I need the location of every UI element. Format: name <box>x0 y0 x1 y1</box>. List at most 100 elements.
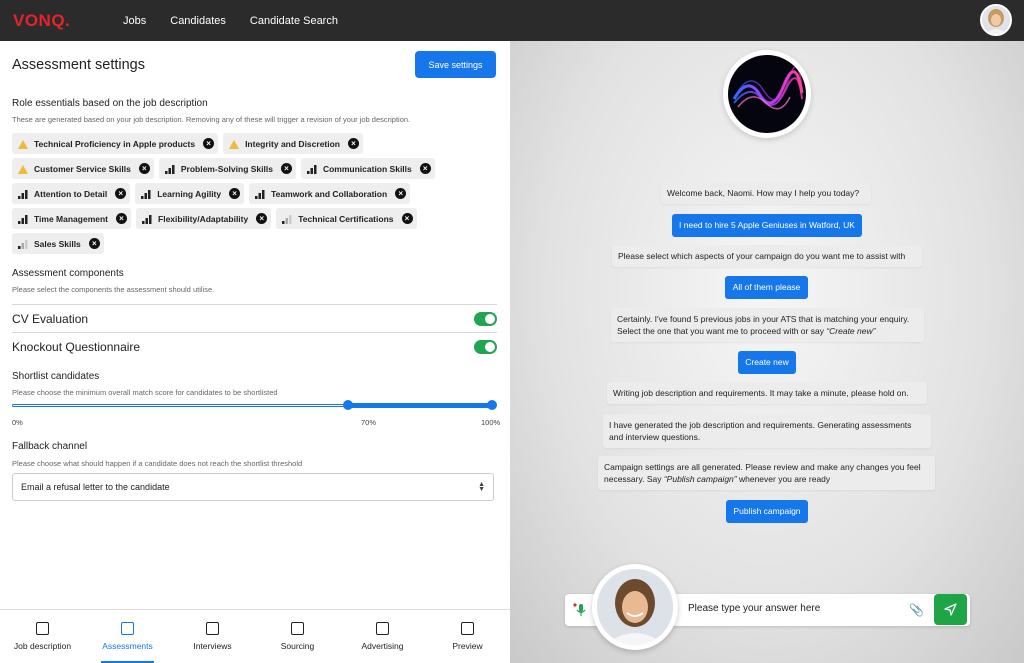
remove-chip-icon[interactable]: × <box>256 213 268 224</box>
recruiter-avatar <box>592 564 678 650</box>
fallback-subtitle: Please choose what should happen if a ca… <box>12 459 303 468</box>
skill-chip-label: Flexibility/Adaptability <box>158 213 249 224</box>
knockout-questionnaire-label: Knockout Questionnaire <box>12 339 141 354</box>
remove-chip-icon[interactable]: × <box>116 213 128 224</box>
skill-chip: Technical Certifications × <box>276 208 417 229</box>
user-message: All of them please <box>725 276 808 299</box>
user-message: Publish campaign <box>726 500 808 523</box>
components-title: Assessment components <box>12 268 124 279</box>
tab-label: Job description <box>13 641 72 651</box>
skill-chip-label: Sales Skills <box>34 238 81 249</box>
level-high-icon <box>18 189 29 199</box>
skill-chip: Integrity and Discretion × <box>223 133 363 154</box>
nav-jobs[interactable]: Jobs <box>123 15 146 27</box>
skill-chip: Teamwork and Collaboration × <box>249 183 411 204</box>
slider-tick-low: 70% <box>361 418 377 427</box>
tab-preview[interactable]: Preview <box>425 610 510 663</box>
skill-chip-label: Customer Service Skills <box>34 163 131 174</box>
remove-chip-icon[interactable]: × <box>395 188 407 199</box>
tab-label: Preview <box>452 641 483 651</box>
attachment-icon[interactable]: 📎 <box>909 603 924 617</box>
skill-chip: Attention to Detail × <box>12 183 131 204</box>
assistant-message-text: I have generated the job description and… <box>609 420 912 430</box>
assessment-settings-panel: Assessment settings Save settings Role e… <box>0 41 510 663</box>
tab-job-description[interactable]: Job description <box>0 610 85 663</box>
level-high-icon <box>142 214 153 224</box>
level-high-icon <box>255 189 266 199</box>
cv-evaluation-row: CV Evaluation <box>12 304 497 332</box>
ai-orb-avatar <box>723 50 811 138</box>
chart-icon <box>121 622 134 635</box>
tab-assessments[interactable]: Assessments <box>85 610 170 663</box>
warning-icon <box>229 139 240 149</box>
cv-evaluation-label: CV Evaluation <box>12 311 89 326</box>
slider-handle-min[interactable] <box>343 400 353 410</box>
level-high-icon <box>164 164 176 174</box>
nav-candidate-search[interactable]: Candidate Search <box>250 15 338 27</box>
shortlist-score-slider[interactable] <box>12 399 497 413</box>
assistant-chat-panel: Welcome back, Naomi. How may I help you … <box>510 41 1024 663</box>
select-arrows-icon: ▲ ▼ <box>478 481 485 493</box>
assistant-message-quote: “Publish campaign” <box>663 474 737 484</box>
skill-chip: Time Management × <box>12 208 132 229</box>
remove-chip-icon[interactable]: × <box>401 213 413 224</box>
tab-label: Advertising <box>361 641 404 651</box>
skill-chip-label: Learning Agility <box>157 188 222 199</box>
remove-chip-icon[interactable]: × <box>203 138 215 149</box>
page-title: Assessment settings <box>12 57 145 73</box>
skill-chip: Sales Skills × <box>12 233 104 254</box>
skill-chip: Technical Proficiency in Apple products × <box>12 133 219 154</box>
assistant-message-text: necessary. Say <box>604 474 664 484</box>
remove-chip-icon[interactable]: × <box>348 138 359 149</box>
top-navbar: VONQ. Jobs Candidates Candidate Search <box>0 0 1024 41</box>
play-icon <box>461 622 474 635</box>
tab-interviews[interactable]: Interviews <box>170 610 255 663</box>
role-essentials-subtitle: These are generated based on your job de… <box>12 115 411 124</box>
save-settings-button[interactable]: Save settings <box>415 51 496 78</box>
send-button[interactable] <box>934 594 967 625</box>
assistant-message-text: and interview questions. <box>609 432 701 442</box>
remove-chip-icon[interactable]: × <box>88 238 100 249</box>
slider-handle-max[interactable] <box>487 400 497 410</box>
fallback-channel-select[interactable]: Email a refusal letter to the candidate … <box>12 473 494 501</box>
chip-row: Time Management × Flexibility/Adaptability… <box>12 208 502 229</box>
remove-chip-icon[interactable]: × <box>115 188 127 199</box>
skill-chip-label: Technical Proficiency in Apple products <box>34 138 196 149</box>
remove-chip-icon[interactable]: × <box>229 188 241 199</box>
tab-sourcing[interactable]: Sourcing <box>255 610 340 663</box>
remove-chip-icon[interactable]: × <box>419 163 431 174</box>
assistant-message: Certainly. I've found 5 previous jobs in… <box>611 308 924 342</box>
level-low-icon <box>282 214 293 224</box>
fallback-channel-value: Email a refusal letter to the candidate <box>21 482 170 492</box>
assistant-message: Writing job description and requirements… <box>607 382 927 404</box>
megaphone-icon <box>376 622 389 635</box>
nav-candidates[interactable]: Candidates <box>170 15 226 27</box>
skill-chip: Learning Agility × <box>135 183 245 204</box>
fallback-title: Fallback channel <box>12 441 88 452</box>
user-avatar[interactable] <box>980 4 1012 36</box>
level-high-icon <box>141 189 152 199</box>
assistant-message: Welcome back, Naomi. How may I help you … <box>661 182 871 204</box>
chip-row: Customer Service Skills × Problem-Solving … <box>12 158 502 179</box>
skill-chip: Communication Skills × <box>300 158 435 179</box>
skill-chip: Customer Service Skills × <box>12 158 154 179</box>
assistant-message: I have generated the job description and… <box>603 414 931 448</box>
warning-icon <box>18 139 29 149</box>
skill-chip-label: Attention to Detail <box>34 188 108 199</box>
chat-input[interactable]: Please type your answer here <box>688 603 820 614</box>
tab-advertising[interactable]: Advertising <box>340 610 425 663</box>
slider-tick-min: 0% <box>12 418 23 427</box>
skill-chip-label: Teamwork and Collaboration <box>271 188 388 199</box>
tab-label: Assessments <box>102 641 153 651</box>
warning-icon <box>18 164 29 174</box>
remove-chip-icon[interactable]: × <box>280 163 292 174</box>
slider-tick-max: 100% <box>481 418 501 427</box>
cv-evaluation-toggle[interactable] <box>474 311 497 326</box>
assistant-message-text: Select the one that you want me to proce… <box>617 326 827 336</box>
vonq-logo[interactable]: VONQ. <box>13 11 123 31</box>
microphone-icon[interactable] <box>573 602 587 618</box>
knockout-questionnaire-toggle[interactable] <box>474 339 497 354</box>
assistant-message: Please select which aspects of your camp… <box>612 245 922 267</box>
remove-chip-icon[interactable]: × <box>138 163 150 174</box>
assistant-message-text: whenever you are ready <box>736 474 831 484</box>
